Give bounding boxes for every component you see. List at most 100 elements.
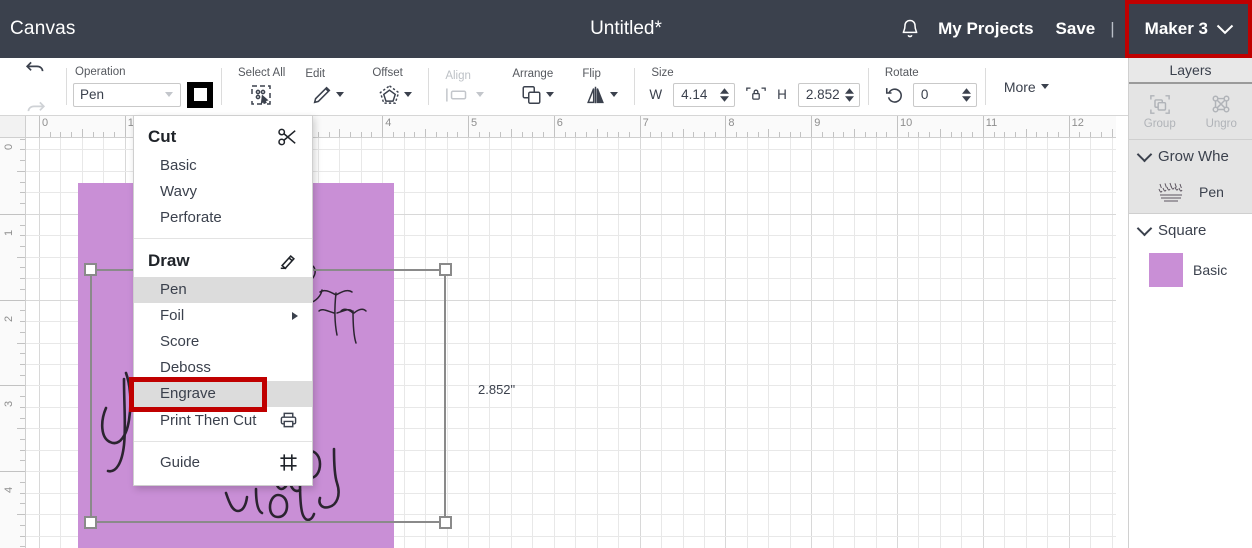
ruler-minor-tick (20, 439, 25, 441)
arrange-button[interactable] (510, 84, 562, 106)
ruler-minor-tick (103, 132, 105, 137)
redo-icon (27, 101, 46, 111)
selection-handle-bottom-right[interactable] (439, 516, 452, 529)
menu-section-draw: Draw (134, 246, 312, 277)
ruler-minor-tick (521, 132, 523, 137)
ruler-minor-tick (489, 132, 491, 137)
chevron-down-icon (165, 92, 173, 97)
ruler-minor-tick (20, 138, 25, 140)
ruler-minor-tick (500, 132, 502, 137)
ruler-minor-tick (328, 132, 330, 137)
layers-toolbar: Group Ungro (1129, 84, 1252, 140)
ruler-tick-label: 8 (728, 117, 735, 129)
layer-group-grow-where[interactable]: Grow Whe Pen (1129, 140, 1252, 213)
pen-icon (280, 254, 295, 269)
ruler-minor-tick (20, 535, 25, 537)
machine-selector[interactable]: Maker 3 (1124, 0, 1252, 58)
menu-item-engrave[interactable]: Engrave (129, 377, 312, 412)
layer-row-pen[interactable]: Pen (1129, 173, 1252, 213)
ruler-minor-tick (821, 132, 823, 137)
ruler-minor-tick (650, 132, 652, 137)
ruler-minor-tick (20, 310, 25, 312)
ruler-minor-tick (360, 132, 362, 137)
operation-dropdown-menu[interactable]: Cut Basic Wavy Perforate Draw Pen Foil S… (129, 115, 313, 486)
layer-group-square[interactable]: Square Basic (1129, 214, 1252, 295)
operation-value: Pen (80, 87, 105, 102)
ruler-minor-tick (510, 129, 512, 137)
menu-item-guide[interactable]: Guide (134, 449, 312, 477)
menu-item-wavy[interactable]: Wavy (134, 179, 312, 205)
selection-handle-top-left[interactable] (84, 263, 97, 276)
rotate-label: Rotate (884, 66, 919, 79)
height-stepper[interactable] (844, 87, 854, 102)
ruler-minor-tick (854, 129, 856, 137)
ruler-minor-tick (20, 417, 25, 419)
ruler-minor-tick (435, 132, 437, 137)
operation-group: Operation Pen (67, 58, 222, 115)
aspect-lock-button[interactable] (741, 85, 771, 104)
ruler-minor-tick (20, 192, 25, 194)
operation-select[interactable]: Pen (73, 82, 181, 107)
flip-button[interactable] (580, 84, 626, 106)
ruler-minor-tick (843, 132, 845, 137)
ruler-minor-tick (20, 149, 25, 151)
ruler-minor-tick (17, 514, 25, 516)
color-swatch-button[interactable] (187, 81, 213, 108)
undo-icon[interactable] (22, 58, 49, 76)
selection-handle-bottom-left[interactable] (84, 516, 97, 529)
ruler-minor-tick (564, 132, 566, 137)
submenu-arrow-icon (292, 311, 298, 320)
chevron-down-icon[interactable] (1136, 220, 1153, 237)
layer-group-header[interactable]: Grow Whe (1129, 140, 1252, 173)
ruler-minor-tick (779, 132, 781, 137)
rotate-stepper[interactable] (961, 87, 971, 102)
height-input[interactable]: 2.852 (797, 82, 860, 107)
menu-item-label: Basic (160, 157, 197, 174)
menu-item-deboss[interactable]: Deboss (134, 355, 312, 381)
ruler-minor-tick (628, 132, 630, 137)
edit-button[interactable] (303, 84, 352, 106)
ruler-minor-tick (20, 331, 25, 333)
select-all-icon[interactable] (249, 83, 273, 107)
layer-row-basic[interactable]: Basic (1129, 247, 1252, 295)
ruler-major-tick (124, 116, 126, 137)
rotate-icon[interactable] (883, 84, 907, 106)
my-projects-link[interactable]: My Projects (938, 19, 1033, 39)
menu-item-pen[interactable]: Pen (134, 277, 312, 303)
ruler-minor-tick (20, 503, 25, 505)
align-label: Align (445, 69, 471, 82)
ruler-minor-tick (789, 132, 791, 137)
ruler-tick-label: 5 (471, 117, 478, 129)
menu-item-foil[interactable]: Foil (134, 303, 312, 329)
bell-icon[interactable] (893, 12, 927, 46)
arrange-label: Arrange (512, 67, 554, 80)
edit-toolbar: Operation Pen Select All Edit Offset Ali… (0, 58, 1128, 116)
layer-group-header[interactable]: Square (1129, 214, 1252, 247)
ruler-minor-tick (1079, 132, 1081, 137)
selection-handle-top-right[interactable] (439, 263, 452, 276)
menu-item-label: Print Then Cut (160, 411, 257, 429)
menu-item-perforate[interactable]: Perforate (134, 205, 312, 231)
offset-button[interactable] (370, 83, 420, 106)
save-button[interactable]: Save (1056, 19, 1096, 39)
ruler-major-tick (553, 116, 555, 137)
rotate-input[interactable]: 0 (912, 82, 977, 107)
menu-item-basic[interactable]: Basic (134, 153, 312, 179)
ruler-minor-tick (20, 160, 25, 162)
ruler-minor-tick (543, 132, 545, 137)
layer-operation-label: Basic (1193, 262, 1228, 278)
ruler-minor-tick (17, 170, 25, 172)
width-stepper[interactable] (720, 87, 730, 102)
menu-item-score[interactable]: Score (134, 329, 312, 355)
ruler-minor-tick (20, 449, 25, 451)
canvas-menu-button[interactable]: Canvas (10, 18, 76, 40)
vertical-ruler[interactable]: 0 1 2 3 4 (0, 138, 26, 548)
chevron-down-icon[interactable] (1136, 146, 1153, 163)
width-value: 4.14 (681, 87, 708, 102)
menu-item-print-then-cut[interactable]: Print Then Cut (134, 407, 312, 434)
ruler-minor-tick (20, 288, 25, 290)
more-button[interactable]: More (998, 79, 1055, 95)
menu-item-label: Guide (160, 454, 201, 471)
width-input[interactable]: 4.14 (673, 82, 736, 107)
ruler-tick-label: 3 (3, 401, 15, 408)
